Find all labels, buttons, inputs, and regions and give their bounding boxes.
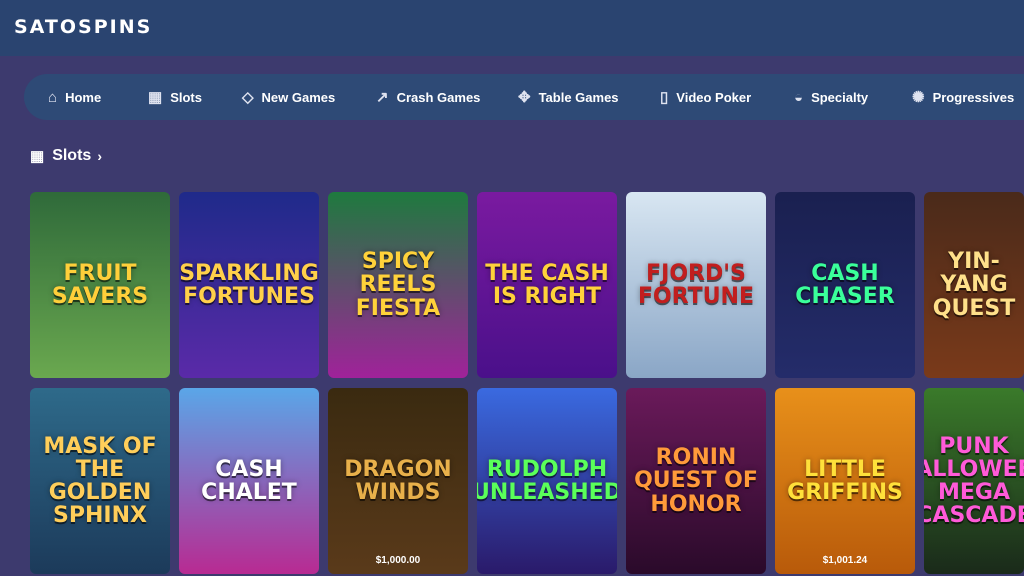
- game-tile-spicy-reels-fiesta[interactable]: Spicy Reels Fiesta: [328, 192, 468, 378]
- poker-icon: ▯: [660, 89, 669, 106]
- game-tile-ronin-quest-of-honor[interactable]: Ronin Quest of Honor: [626, 388, 766, 574]
- slot-machine-icon: ▦: [30, 148, 45, 165]
- nav-item-label: Home: [65, 89, 102, 105]
- game-tile-dragon-winds[interactable]: Dragon Winds $1,000.00: [328, 388, 468, 574]
- game-title: Rudolph Unleashed: [477, 456, 617, 505]
- nav-item-label: Crash Games: [396, 89, 481, 105]
- game-tile-cash-chaser[interactable]: Cash Chaser: [775, 192, 915, 378]
- game-title: Dragon Winds: [344, 456, 452, 505]
- cards-icon: ✥: [518, 89, 531, 106]
- nav-item-home[interactable]: ⌂ Home: [48, 74, 101, 120]
- game-tile-yin-yang-quest[interactable]: Yin-Yang Quest: [924, 192, 1024, 378]
- game-title: Fjord's Fortune: [638, 260, 754, 309]
- nav-item-table-games[interactable]: ✥ Table Games: [518, 74, 619, 120]
- game-tile-the-cash-is-right[interactable]: The Cash is Right: [477, 192, 617, 378]
- nav-item-progressives[interactable]: ✺ Progressives: [912, 74, 1014, 120]
- slots-section-link[interactable]: ▦ Slots ›: [30, 145, 102, 167]
- nav-item-specialty[interactable]: ◒ Specialty: [794, 74, 868, 120]
- game-title: Cash Chaser: [795, 260, 895, 309]
- game-tile-little-griffins[interactable]: Little Griffins $1,001.24: [775, 388, 915, 574]
- jackpot-amount: $1,001.24: [822, 555, 868, 566]
- game-tile-sparkling-fortunes[interactable]: Sparkling Fortunes: [179, 192, 319, 378]
- jackpot-amount: $1,000.00: [375, 555, 421, 566]
- game-title: Ronin Quest of Honor: [634, 445, 758, 517]
- game-tile-fruit-savers[interactable]: Fruit Savers: [30, 192, 170, 378]
- game-title: Fruit Savers: [51, 260, 149, 309]
- game-tile-rudolph-unleashed[interactable]: Rudolph Unleashed: [477, 388, 617, 574]
- game-tile-mask-of-the-golden-sphinx[interactable]: Mask of the Golden Sphinx: [30, 388, 170, 574]
- game-tile-punk-halloween-mega-cascade[interactable]: Punk Halloween Mega Cascade: [924, 388, 1024, 574]
- home-icon: ⌂: [48, 88, 58, 106]
- top-header: SATOSPINS: [0, 0, 1024, 56]
- section-title: Slots: [52, 147, 92, 164]
- progressive-icon: ✺: [912, 89, 925, 106]
- diamond-icon: ◇: [242, 89, 254, 106]
- game-title: Mask of the Golden Sphinx: [43, 433, 157, 529]
- nav-item-slots[interactable]: ▦ Slots: [148, 74, 202, 120]
- game-title: Yin-Yang Quest: [932, 249, 1016, 321]
- game-title: Sparkling Fortunes: [179, 260, 319, 309]
- rocket-icon: ↗: [376, 89, 389, 106]
- nav-item-label: Progressives: [932, 89, 1015, 105]
- nav-item-video-poker[interactable]: ▯ Video Poker: [660, 74, 751, 120]
- nav-item-label: Video Poker: [676, 89, 752, 105]
- nav-item-label: New Games: [261, 89, 336, 105]
- game-title: The Cash is Right: [485, 260, 609, 309]
- specialty-icon: ◒: [794, 88, 804, 106]
- game-tile-cash-chalet[interactable]: Cash Chalet: [179, 388, 319, 574]
- game-tile-fjord-s-fortune[interactable]: Fjord's Fortune: [626, 192, 766, 378]
- game-title: Punk Halloween Mega Cascade: [924, 433, 1024, 529]
- nav-item-label: Specialty: [811, 89, 869, 105]
- game-title: Cash Chalet: [201, 456, 297, 505]
- nav-item-crash-games[interactable]: ↗ Crash Games: [376, 74, 480, 120]
- category-navbar: ⌂ Home ▦ Slots ◇ New Games ↗ Crash Games ✥ Table …: [24, 74, 1024, 120]
- nav-item-label: Table Games: [538, 89, 619, 105]
- game-title: Little Griffins: [787, 456, 903, 505]
- slot-machine-icon: ▦: [148, 89, 163, 106]
- game-title: Spicy Reels Fiesta: [355, 249, 441, 321]
- chevron-right-icon: ›: [97, 148, 102, 164]
- satospins-logo[interactable]: SATOSPINS: [14, 16, 152, 38]
- nav-item-label: Slots: [170, 89, 202, 105]
- nav-item-new-games[interactable]: ◇ New Games: [242, 74, 335, 120]
